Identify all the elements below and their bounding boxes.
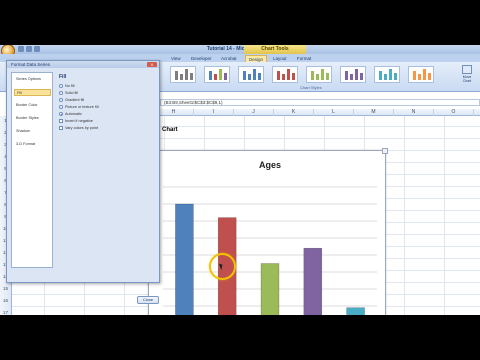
chart-style-thumb[interactable] bbox=[238, 66, 264, 83]
move-chart-icon bbox=[462, 65, 472, 74]
column-headers: HIJKLMNOP bbox=[160, 109, 480, 116]
chart-style-thumb[interactable] bbox=[306, 66, 332, 83]
format-data-series-dialog: Format Data Series X Series Options Fill B… bbox=[6, 60, 160, 304]
column-header[interactable]: P bbox=[474, 109, 480, 116]
dialog-category-item[interactable]: 3-D Format bbox=[14, 141, 51, 148]
option-label: Picture or texture fill bbox=[65, 105, 99, 109]
column-header[interactable]: K bbox=[274, 109, 314, 116]
dialog-category-item[interactable]: Shadow bbox=[14, 128, 51, 135]
checkbox-icon[interactable] bbox=[59, 126, 63, 130]
option-label: Solid fill bbox=[65, 91, 79, 95]
fill-radio-option[interactable]: No fill bbox=[59, 83, 75, 89]
fill-section-heading: Fill bbox=[59, 74, 67, 80]
excel-window: Tutorial 14 - Microsoft Excel Chart Tool… bbox=[0, 45, 480, 315]
column-header[interactable]: L bbox=[314, 109, 354, 116]
dialog-close-icon[interactable]: X bbox=[147, 62, 157, 67]
fill-radio-option[interactable]: Solid fill bbox=[59, 90, 78, 96]
row-header[interactable]: 15 bbox=[0, 286, 11, 291]
fill-checkbox-option[interactable]: Invert if negative bbox=[59, 118, 93, 124]
dialog-category-list: Series Options Fill Border Color Border Sty… bbox=[11, 72, 53, 268]
dialog-category-item[interactable]: Series Options bbox=[14, 76, 51, 83]
window-title: Tutorial 14 - Microsoft Excel bbox=[206, 46, 274, 52]
option-label: No fill bbox=[65, 84, 75, 88]
column-header[interactable]: N bbox=[394, 109, 434, 116]
tab-acrobat[interactable]: Acrobat bbox=[218, 55, 240, 62]
resize-handle[interactable] bbox=[382, 148, 388, 154]
tab-layout[interactable]: Layout bbox=[270, 55, 290, 62]
ribbon-group-label: Chart Styles bbox=[300, 85, 322, 90]
radio-icon[interactable] bbox=[59, 105, 63, 109]
title-bar: Tutorial 14 - Microsoft Excel Chart Tool… bbox=[0, 45, 480, 58]
radio-icon[interactable] bbox=[59, 98, 63, 102]
move-chart-button[interactable]: Move Chart bbox=[458, 65, 476, 90]
option-label: Vary colors by point bbox=[65, 126, 99, 130]
bar[interactable] bbox=[303, 247, 323, 315]
chart-object[interactable]: Ages 0 10-15 16-21 22-27 28-33 34-39 bbox=[146, 148, 388, 316]
row-header[interactable]: 17 bbox=[0, 310, 11, 315]
option-label: Invert if negative bbox=[65, 119, 93, 123]
fill-radio-option[interactable]: Gradient fill bbox=[59, 97, 84, 103]
radio-icon[interactable] bbox=[59, 91, 63, 95]
dialog-category-item[interactable]: Fill bbox=[14, 89, 51, 96]
bar[interactable] bbox=[260, 263, 280, 316]
chart-tools-context-tab: Chart Tools bbox=[244, 45, 306, 54]
chart-style-thumb[interactable] bbox=[204, 66, 230, 83]
row-header[interactable]: 16 bbox=[0, 298, 11, 303]
fill-checkbox-option[interactable]: Vary colors by point bbox=[59, 125, 98, 131]
radio-icon[interactable] bbox=[59, 112, 63, 116]
fill-radio-option[interactable]: Automatic bbox=[59, 111, 82, 117]
radio-icon[interactable] bbox=[59, 84, 63, 88]
chart-svg: Ages010-15 16-21 22-27 28-33 34-39 bbox=[163, 160, 377, 316]
tab-format[interactable]: Format bbox=[294, 55, 314, 62]
dialog-title: Format Data Series bbox=[7, 61, 159, 68]
column-header[interactable]: H bbox=[154, 109, 194, 116]
chart-style-thumb[interactable] bbox=[340, 66, 366, 83]
column-header[interactable]: O bbox=[434, 109, 474, 116]
close-button[interactable]: Close bbox=[137, 296, 159, 304]
fill-radio-option[interactable]: Picture or texture fill bbox=[59, 104, 99, 110]
sheet-cell-text: Chart bbox=[162, 127, 178, 133]
video-frame: Tutorial 14 - Microsoft Excel Chart Tool… bbox=[0, 0, 480, 360]
column-header[interactable]: J bbox=[234, 109, 274, 116]
chart-title[interactable]: Ages bbox=[259, 160, 281, 170]
dialog-category-item[interactable]: Border Color bbox=[14, 102, 51, 109]
bar[interactable] bbox=[175, 203, 194, 315]
tab-design[interactable]: Design bbox=[245, 55, 268, 62]
chart-style-thumb[interactable] bbox=[408, 66, 434, 83]
chart-style-thumb[interactable] bbox=[170, 66, 196, 83]
column-header[interactable]: I bbox=[194, 109, 234, 116]
chart-style-thumb[interactable] bbox=[374, 66, 400, 83]
tab-view[interactable]: View bbox=[168, 55, 184, 62]
checkbox-icon[interactable] bbox=[59, 119, 63, 123]
chart-style-thumb[interactable] bbox=[272, 66, 298, 83]
tab-developer[interactable]: Developer bbox=[188, 55, 215, 62]
option-label: Automatic bbox=[65, 112, 82, 116]
option-label: Gradient fill bbox=[65, 98, 85, 102]
move-chart-label: Move Chart bbox=[462, 75, 472, 83]
formula-bar[interactable]: (B3:B9,Sheet1!$C$3:$C$9,1) bbox=[160, 99, 480, 106]
dialog-category-item[interactable]: Border Styles bbox=[14, 115, 51, 122]
column-header[interactable]: M bbox=[354, 109, 394, 116]
bar[interactable] bbox=[346, 307, 365, 315]
